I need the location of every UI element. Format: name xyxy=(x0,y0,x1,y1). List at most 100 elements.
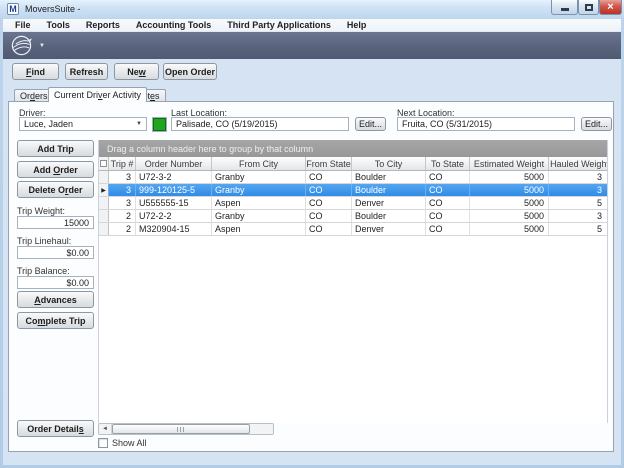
column-header-to-city[interactable]: To City xyxy=(352,157,426,170)
column-header-from-state[interactable]: From State xyxy=(306,157,352,170)
cell-from-state: CO xyxy=(306,184,352,196)
trip-linehaul-field[interactable]: $0.00 xyxy=(17,246,94,259)
cell-to-state: CO xyxy=(426,210,470,222)
column-header-trip[interactable]: Trip # xyxy=(109,157,136,170)
show-all-checkbox[interactable] xyxy=(98,438,108,448)
table-row[interactable]: 3 U72-3-2 Granby CO Boulder CO 5000 3 xyxy=(99,171,608,184)
row-indicator-cell xyxy=(99,171,109,183)
tab-current-driver-activity[interactable]: Current Driver Activity xyxy=(48,87,147,102)
add-order-button[interactable]: Add Order xyxy=(17,161,94,178)
cell-trip: 3 xyxy=(109,184,136,196)
close-icon: × xyxy=(607,2,613,13)
open-order-button[interactable]: Open Order xyxy=(163,63,217,80)
cell-trip: 3 xyxy=(109,171,136,183)
column-header-from-city[interactable]: From City xyxy=(212,157,306,170)
column-header-hauled-weight[interactable]: Hauled Weight xyxy=(549,157,608,170)
grid-selector-icon xyxy=(100,160,107,167)
menu-tools[interactable]: Tools xyxy=(39,19,78,31)
cell-to-city: Boulder xyxy=(352,171,426,183)
last-location-field[interactable]: Palisade, CO (5/19/2015) xyxy=(171,117,349,131)
trip-balance-label: Trip Balance: xyxy=(17,266,70,276)
edit-next-location-button[interactable]: Edit... xyxy=(581,117,612,131)
cell-to-city: Denver xyxy=(352,223,426,235)
logo-toolbar: ▼ xyxy=(3,32,621,59)
cell-trip: 2 xyxy=(109,223,136,235)
table-row-selected[interactable]: ▶ 3 999-120125-5 Granby CO Boulder CO 50… xyxy=(99,184,608,197)
scroll-left-button[interactable]: ◄ xyxy=(99,424,112,434)
menu-help[interactable]: Help xyxy=(339,19,375,31)
add-trip-button[interactable]: Add Trip xyxy=(17,140,94,157)
cell-from-state: CO xyxy=(306,197,352,209)
maximize-icon xyxy=(585,4,593,11)
trip-balance-field[interactable]: $0.00 xyxy=(17,276,94,289)
column-header-estimated-weight[interactable]: Estimated Weight xyxy=(470,157,549,170)
driver-status-indicator xyxy=(153,118,166,131)
cell-from-state: CO xyxy=(306,210,352,222)
grid-header-row: Trip # Order Number From City From State… xyxy=(99,157,608,171)
menu-third-party-applications[interactable]: Third Party Applications xyxy=(219,19,339,31)
row-indicator-cell xyxy=(99,223,109,235)
cell-estimated-weight: 5000 xyxy=(470,223,549,235)
globe-logo-icon xyxy=(10,34,33,57)
cell-hauled-weight: 3 xyxy=(549,184,608,196)
cell-trip: 2 xyxy=(109,210,136,222)
column-header-order-number[interactable]: Order Number xyxy=(136,157,212,170)
app-window: M MoversSuite - × File Tools Reports Acc… xyxy=(0,0,624,468)
group-by-hint-bar[interactable]: Drag a column header here to group by th… xyxy=(99,140,608,157)
cell-hauled-weight: 3 xyxy=(549,171,608,183)
next-location-field[interactable]: Fruita, CO (5/31/2015) xyxy=(397,117,575,131)
cell-to-city: Denver xyxy=(352,197,426,209)
cell-from-state: CO xyxy=(306,223,352,235)
edit-last-location-button[interactable]: Edit... xyxy=(355,117,386,131)
menu-accounting-tools[interactable]: Accounting Tools xyxy=(128,19,219,31)
cell-order-number: U555555-15 xyxy=(136,197,212,209)
table-row[interactable]: 2 M320904-15 Aspen CO Denver CO 5000 5 xyxy=(99,223,608,236)
cell-from-city: Aspen xyxy=(212,197,306,209)
logo-dropdown-arrow-icon: ▼ xyxy=(39,43,45,49)
cell-from-city: Granby xyxy=(212,171,306,183)
refresh-button[interactable]: Refresh xyxy=(65,63,108,80)
trip-linehaul-label: Trip Linehaul: xyxy=(17,236,71,246)
horizontal-scrollbar[interactable]: ◄ xyxy=(98,423,274,435)
cell-order-number: U72-2-2 xyxy=(136,210,212,222)
titlebar[interactable]: M MoversSuite - × xyxy=(0,0,624,19)
trip-weight-field[interactable]: 15000 xyxy=(17,216,94,229)
cell-from-city: Granby xyxy=(212,210,306,222)
order-details-button[interactable]: Order Details xyxy=(17,420,94,437)
table-row[interactable]: 3 U555555-15 Aspen CO Denver CO 5000 5 xyxy=(99,197,608,210)
find-button[interactable]: Find xyxy=(12,63,59,80)
cell-order-number: 999-120125-5 xyxy=(136,184,212,196)
column-header-to-state[interactable]: To State xyxy=(426,157,470,170)
branch-logo-button[interactable]: ▼ xyxy=(10,34,45,57)
scrollbar-thumb[interactable] xyxy=(112,424,250,434)
cell-from-state: CO xyxy=(306,171,352,183)
selected-row-arrow-icon: ▶ xyxy=(101,187,106,194)
trip-weight-label: Trip Weight: xyxy=(17,206,65,216)
scrollbar-grip-icon xyxy=(177,427,186,432)
new-button[interactable]: New xyxy=(114,63,159,80)
window-title: MoversSuite - xyxy=(25,4,81,14)
table-row[interactable]: 2 U72-2-2 Granby CO Boulder CO 5000 3 xyxy=(99,210,608,223)
orders-grid: Drag a column header here to group by th… xyxy=(98,140,608,423)
cell-to-state: CO xyxy=(426,197,470,209)
cell-estimated-weight: 5000 xyxy=(470,184,549,196)
menu-reports[interactable]: Reports xyxy=(78,19,128,31)
driver-combobox[interactable]: Luce, Jaden ▼ xyxy=(19,117,147,131)
maximize-button[interactable] xyxy=(578,0,599,15)
row-indicator-cell xyxy=(99,210,109,222)
row-indicator-cell xyxy=(99,197,109,209)
cell-to-city: Boulder xyxy=(352,210,426,222)
minimize-button[interactable] xyxy=(551,0,578,15)
minimize-icon xyxy=(561,8,569,11)
cell-hauled-weight: 3 xyxy=(549,210,608,222)
driver-activity-panel: Driver: Luce, Jaden ▼ Last Location: Pal… xyxy=(8,101,614,452)
cell-hauled-weight: 5 xyxy=(549,223,608,235)
delete-order-button[interactable]: Delete Order xyxy=(17,181,94,198)
close-button[interactable]: × xyxy=(599,0,622,15)
show-all-label: Show All xyxy=(112,438,147,448)
cell-trip: 3 xyxy=(109,197,136,209)
complete-trip-button[interactable]: Complete Trip xyxy=(17,312,94,329)
cell-to-city: Boulder xyxy=(352,184,426,196)
menu-file[interactable]: File xyxy=(7,19,39,31)
advances-button[interactable]: Advances xyxy=(17,291,94,308)
